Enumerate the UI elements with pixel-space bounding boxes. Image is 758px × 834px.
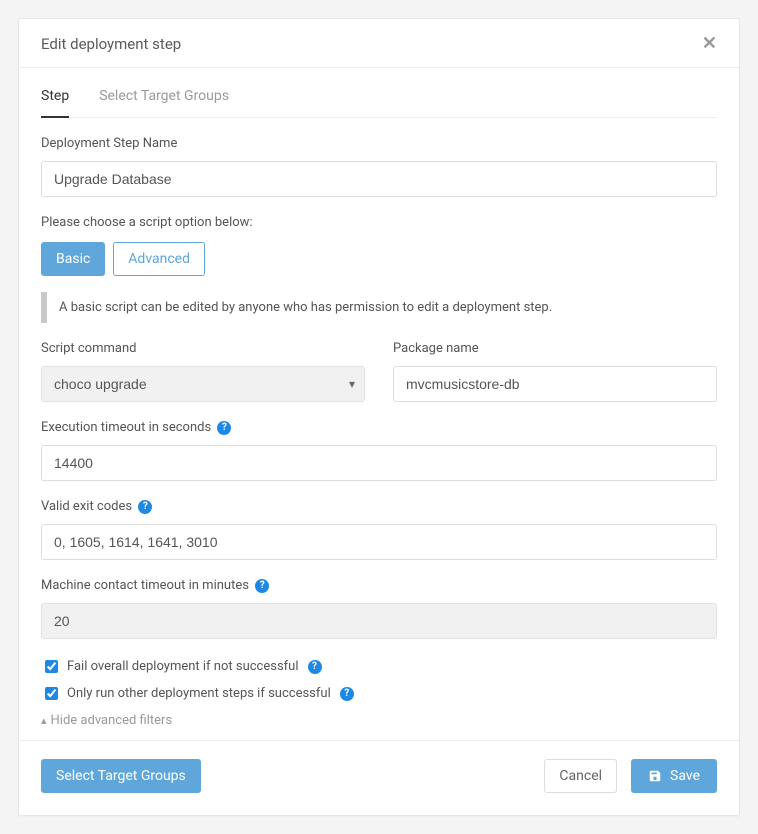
close-icon[interactable]: ✕: [702, 35, 717, 53]
machine-timeout-group: Machine contact timeout in minutes ?: [41, 578, 717, 639]
script-option-help: Please choose a script option below:: [41, 215, 717, 230]
modal-body: Step Select Target Groups Deployment Ste…: [19, 68, 739, 740]
chevron-up-icon: ▴: [41, 714, 47, 727]
script-option-group: Basic Advanced: [41, 242, 717, 276]
valid-exit-codes-label-text: Valid exit codes: [41, 499, 132, 514]
help-icon[interactable]: ?: [255, 579, 269, 593]
package-name-label: Package name: [393, 341, 717, 356]
modal-header: Edit deployment step ✕: [19, 19, 739, 67]
edit-deployment-step-modal: Edit deployment step ✕ Step Select Targe…: [18, 18, 740, 816]
only-run-label: Only run other deployment steps if succe…: [67, 686, 331, 701]
exec-timeout-label: Execution timeout in seconds ?: [41, 420, 717, 435]
help-icon[interactable]: ?: [308, 660, 322, 674]
fail-overall-label: Fail overall deployment if not successfu…: [67, 659, 299, 674]
hide-advanced-filters-toggle[interactable]: ▴ Hide advanced filters: [41, 713, 172, 728]
only-run-row: Only run other deployment steps if succe…: [41, 684, 717, 703]
tab-select-target-groups[interactable]: Select Target Groups: [99, 88, 229, 117]
help-icon[interactable]: ?: [340, 687, 354, 701]
modal-title: Edit deployment step: [41, 35, 181, 53]
machine-timeout-label-text: Machine contact timeout in minutes: [41, 578, 249, 593]
basic-button[interactable]: Basic: [41, 242, 105, 276]
valid-exit-codes-input[interactable]: [41, 524, 717, 560]
hide-advanced-filters-label: Hide advanced filters: [51, 713, 173, 728]
script-command-group: Script command choco upgrade ▾: [41, 341, 365, 402]
only-run-checkbox[interactable]: [45, 687, 58, 700]
machine-timeout-label: Machine contact timeout in minutes ?: [41, 578, 717, 593]
script-command-select[interactable]: choco upgrade: [41, 366, 365, 402]
basic-notice: A basic script can be edited by anyone w…: [41, 292, 717, 323]
modal-footer: Select Target Groups Cancel Save: [19, 740, 739, 815]
fail-overall-checkbox[interactable]: [45, 660, 58, 673]
exec-timeout-group: Execution timeout in seconds ?: [41, 420, 717, 481]
step-name-input[interactable]: [41, 161, 717, 197]
help-icon[interactable]: ?: [138, 500, 152, 514]
fail-overall-row: Fail overall deployment if not successfu…: [41, 657, 717, 676]
step-name-label: Deployment Step Name: [41, 136, 717, 151]
help-icon[interactable]: ?: [217, 421, 231, 435]
tab-bar: Step Select Target Groups: [41, 88, 717, 118]
machine-timeout-input[interactable]: [41, 603, 717, 639]
step-name-group: Deployment Step Name: [41, 136, 717, 197]
cancel-button[interactable]: Cancel: [544, 759, 617, 793]
footer-right: Cancel Save: [544, 759, 717, 793]
select-target-groups-button[interactable]: Select Target Groups: [41, 759, 201, 793]
valid-exit-codes-group: Valid exit codes ?: [41, 499, 717, 560]
script-command-label: Script command: [41, 341, 365, 356]
exec-timeout-input[interactable]: [41, 445, 717, 481]
save-button-label: Save: [670, 768, 700, 784]
exec-timeout-label-text: Execution timeout in seconds: [41, 420, 211, 435]
package-name-group: Package name: [393, 341, 717, 402]
save-icon: [648, 769, 662, 783]
advanced-button[interactable]: Advanced: [113, 242, 205, 276]
valid-exit-codes-label: Valid exit codes ?: [41, 499, 717, 514]
command-package-row: Script command choco upgrade ▾ Package n…: [41, 341, 717, 402]
package-name-input[interactable]: [393, 366, 717, 402]
tab-step[interactable]: Step: [41, 88, 69, 118]
save-button[interactable]: Save: [631, 759, 717, 793]
